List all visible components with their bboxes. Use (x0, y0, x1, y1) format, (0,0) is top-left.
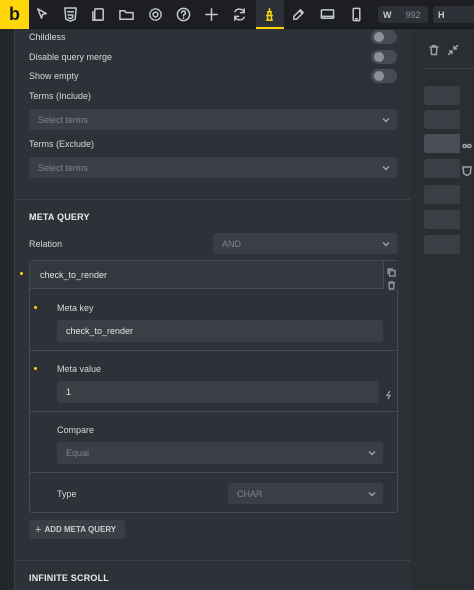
help-icon[interactable] (173, 4, 194, 25)
structure-row[interactable] (424, 159, 460, 178)
settings-icon[interactable] (145, 4, 166, 25)
edit-icon[interactable] (288, 4, 309, 25)
width-label: W (383, 9, 392, 20)
terms-exclude-placeholder: Select terms (38, 162, 89, 173)
cursor-icon[interactable] (32, 4, 53, 25)
show-empty-toggle[interactable] (371, 69, 397, 83)
childless-label: Childless (29, 32, 66, 42)
plus-icon: + (35, 523, 42, 536)
refresh-icon[interactable] (229, 4, 250, 25)
field-divider (30, 411, 397, 412)
bricks-logo[interactable]: b (0, 0, 29, 29)
meta-value-input[interactable]: 1 (57, 381, 379, 403)
settings-panel: Childless Disable query merge Show empty… (14, 29, 411, 590)
relation-value: AND (222, 238, 242, 249)
width-field[interactable]: W 992 (378, 6, 428, 23)
desktop-icon[interactable] (317, 4, 338, 25)
compare-select[interactable]: Equal (57, 442, 383, 464)
chevron-down-icon (382, 116, 390, 124)
show-empty-label: Show empty (29, 71, 79, 81)
chevron-down-icon (368, 449, 376, 457)
structure-row[interactable] (424, 185, 460, 204)
meta-key-label: Meta key (57, 303, 94, 313)
disable-query-merge-label: Disable query merge (29, 52, 113, 62)
chevron-down-icon (382, 240, 390, 248)
collapse-icon[interactable] (447, 43, 459, 56)
height-label: H (438, 9, 445, 20)
shield-icon (461, 164, 473, 177)
trash-icon[interactable] (428, 43, 440, 56)
infinite-scroll-title[interactable]: INFINITE SCROLL (29, 573, 109, 583)
meta-value-label: Meta value (57, 364, 102, 374)
html5-icon[interactable] (60, 4, 81, 25)
type-select[interactable]: CHAR (228, 483, 383, 504)
add-icon[interactable] (201, 4, 222, 25)
chevron-down-icon (382, 164, 390, 172)
structure-row[interactable] (424, 210, 460, 229)
pages-icon[interactable] (88, 4, 109, 25)
disable-query-merge-toggle[interactable] (371, 50, 397, 64)
bricks-icon[interactable] (259, 4, 280, 25)
modified-indicator (20, 272, 23, 275)
section-divider (15, 560, 411, 561)
terms-include-label: Terms (Include) (29, 91, 92, 101)
height-field[interactable]: H (433, 6, 474, 23)
dynamic-data-icon[interactable] (384, 387, 394, 400)
section-divider (15, 199, 411, 200)
terms-include-placeholder: Select terms (38, 114, 89, 125)
childless-toggle[interactable] (371, 30, 397, 44)
relation-label: Relation (29, 239, 63, 249)
meta-query-item: check_to_render Meta key check_to_render… (29, 260, 398, 513)
width-value: 992 (405, 9, 421, 20)
structure-divider (424, 68, 474, 69)
chevron-down-icon (368, 490, 376, 498)
structure-row[interactable] (424, 86, 460, 105)
modified-indicator (34, 306, 37, 309)
relation-select[interactable]: AND (213, 233, 397, 254)
clone-icon[interactable] (387, 264, 396, 277)
field-divider (30, 350, 397, 351)
meta-query-title[interactable]: META QUERY (29, 212, 90, 222)
meta-query-item-actions (383, 261, 398, 290)
type-label: Type (57, 489, 77, 499)
folder-icon[interactable] (116, 4, 137, 25)
meta-query-item-header[interactable]: check_to_render (30, 261, 383, 289)
type-value: CHAR (237, 488, 263, 499)
structure-row[interactable] (424, 235, 460, 254)
add-meta-query-label: ADD META QUERY (44, 525, 117, 534)
top-toolbar: b W 992 H (0, 0, 474, 29)
compare-value: Equal (66, 448, 90, 458)
compare-label: Compare (57, 425, 95, 435)
terms-exclude-label: Terms (Exclude) (29, 139, 95, 149)
terms-exclude-select[interactable]: Select terms (29, 157, 397, 178)
mobile-icon[interactable] (346, 4, 367, 25)
terms-include-select[interactable]: Select terms (29, 109, 397, 130)
loop-icon (461, 139, 473, 151)
structure-row[interactable] (424, 134, 460, 153)
modified-indicator (34, 367, 37, 370)
structure-row[interactable] (424, 110, 460, 129)
trash-icon[interactable] (387, 277, 396, 290)
field-divider (30, 472, 397, 473)
meta-key-input[interactable]: check_to_render (57, 320, 383, 342)
add-meta-query-button[interactable]: + ADD META QUERY (29, 520, 125, 539)
